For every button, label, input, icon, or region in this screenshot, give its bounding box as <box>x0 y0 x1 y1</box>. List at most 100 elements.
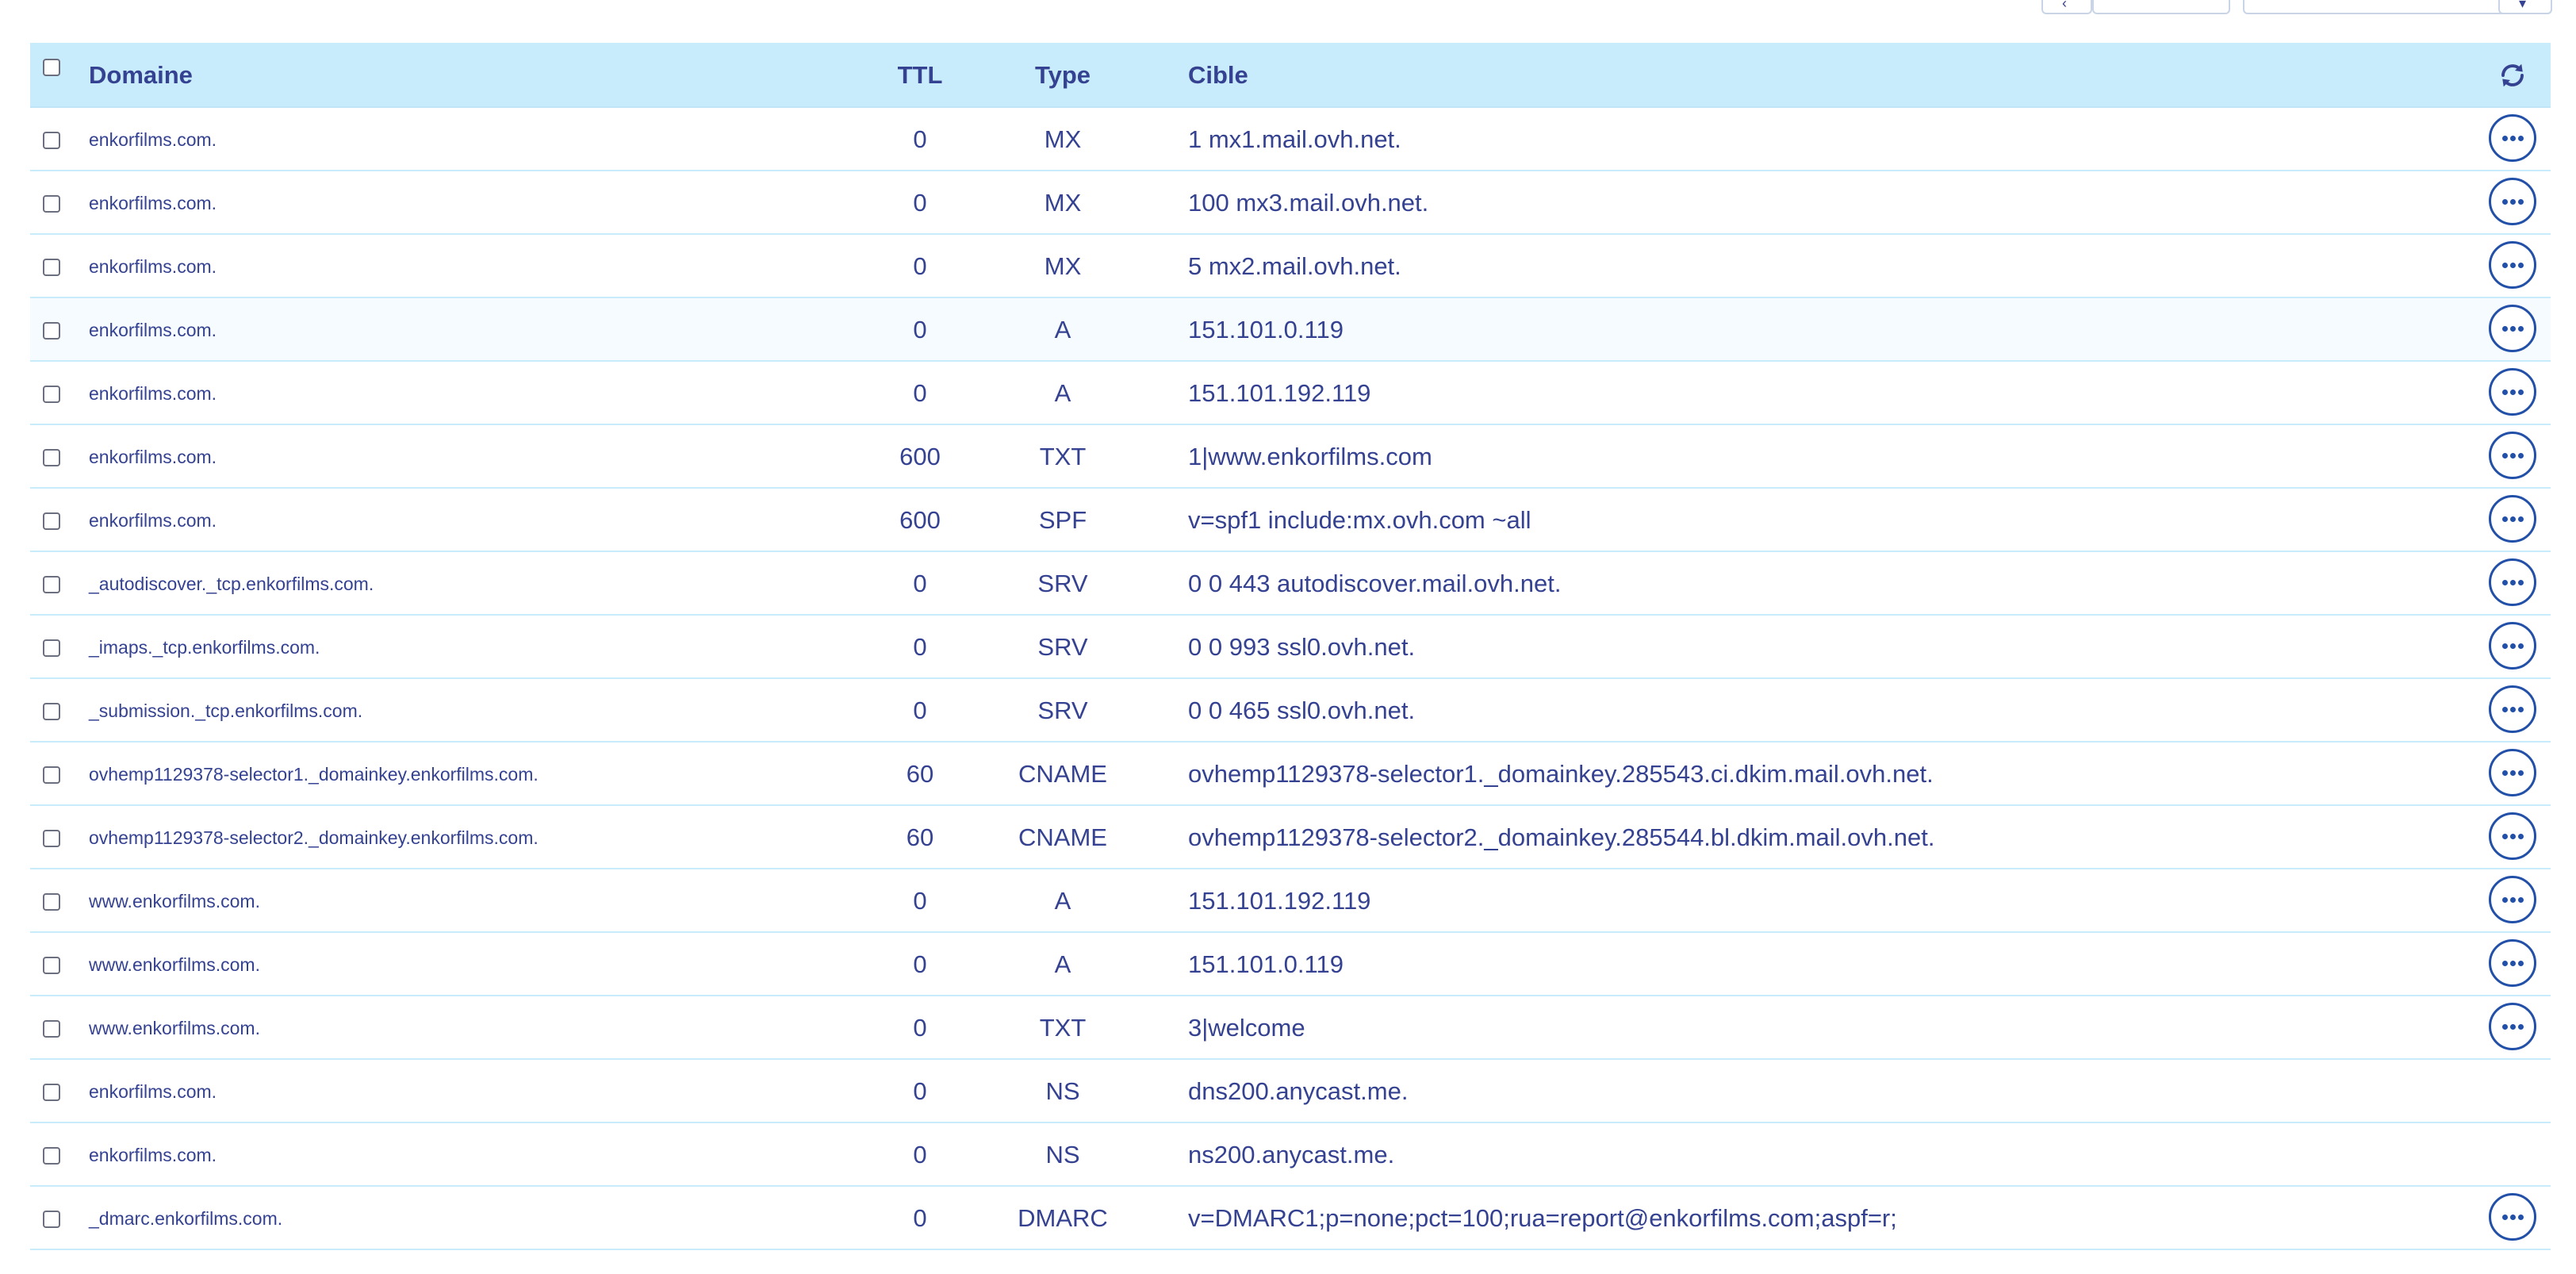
row-actions-button[interactable] <box>2489 305 2536 352</box>
table-header: Domaine TTL Type Cible <box>30 43 2551 108</box>
pager-prev-button[interactable]: ‹ <box>2041 0 2092 14</box>
row-domain: _autodiscover._tcp.enkorfilms.com. <box>89 574 374 594</box>
row-actions-button[interactable] <box>2489 368 2536 416</box>
row-domain: enkorfilms.com. <box>89 383 217 404</box>
row-checkbox[interactable] <box>43 322 60 340</box>
row-checkbox[interactable] <box>43 830 60 847</box>
row-type: A <box>1054 379 1071 407</box>
row-target: ovhemp1129378-selector1._domainkey.28554… <box>1188 760 1934 788</box>
row-target: ovhemp1129378-selector2._domainkey.28554… <box>1188 823 1935 851</box>
table-row: enkorfilms.com. 0 NS ns200.anycast.me. <box>30 1123 2551 1187</box>
table-row: www.enkorfilms.com. 0 A 151.101.0.119 <box>30 933 2551 996</box>
row-target: 151.101.192.119 <box>1188 379 1371 407</box>
row-actions-button[interactable] <box>2489 114 2536 162</box>
row-type: SRV <box>1037 570 1088 597</box>
row-ttl: 0 <box>913 570 927 597</box>
row-checkbox[interactable] <box>43 512 60 530</box>
row-domain: www.enkorfilms.com. <box>89 954 260 975</box>
row-checkbox[interactable] <box>43 1147 60 1165</box>
row-checkbox[interactable] <box>43 449 60 466</box>
row-target: 1 mx1.mail.ovh.net. <box>1188 125 1401 153</box>
row-actions-button[interactable] <box>2489 685 2536 733</box>
row-actions-button[interactable] <box>2489 876 2536 923</box>
row-actions-button[interactable] <box>2489 178 2536 225</box>
row-checkbox[interactable] <box>43 893 60 911</box>
column-header-type[interactable]: Type <box>1006 43 1120 108</box>
column-header-ttl[interactable]: TTL <box>863 43 977 108</box>
row-actions-button[interactable] <box>2489 939 2536 987</box>
table-row: enkorfilms.com. 0 MX 5 mx2.mail.ovh.net. <box>30 235 2551 298</box>
row-ttl: 60 <box>906 823 934 851</box>
row-ttl: 0 <box>913 125 927 153</box>
pagination-controls: ‹ ▾ <box>0 0 2576 17</box>
table-row: www.enkorfilms.com. 0 A 151.101.192.119 <box>30 869 2551 933</box>
row-actions-button[interactable] <box>2489 622 2536 670</box>
row-type: SRV <box>1037 696 1088 724</box>
table-row: _submission._tcp.enkorfilms.com. 0 SRV 0 0 … <box>30 679 2551 743</box>
table-row: _dmarc.enkorfilms.com. 0 DMARC v=DMARC1;p=n… <box>30 1187 2551 1250</box>
row-checkbox[interactable] <box>43 576 60 593</box>
row-ttl: 0 <box>913 950 927 978</box>
row-ttl: 0 <box>913 1141 927 1168</box>
row-actions-button[interactable] <box>2489 241 2536 289</box>
row-checkbox[interactable] <box>43 259 60 276</box>
refresh-icon[interactable] <box>2498 61 2527 90</box>
row-checkbox[interactable] <box>43 1211 60 1228</box>
chevron-down-icon: ▾ <box>2519 0 2527 11</box>
table-row: www.enkorfilms.com. 0 TXT 3|welcome <box>30 996 2551 1060</box>
row-ttl: 0 <box>913 696 927 724</box>
pager-page-input[interactable] <box>2092 0 2230 14</box>
filter-select-toggle[interactable]: ▾ <box>2498 0 2552 14</box>
row-target: 151.101.0.119 <box>1188 950 1344 978</box>
row-target: 0 0 993 ssl0.ovh.net. <box>1188 633 1416 661</box>
select-all-checkbox[interactable] <box>43 59 60 76</box>
row-type: MX <box>1044 252 1082 280</box>
row-ttl: 60 <box>906 760 934 788</box>
table-row: enkorfilms.com. 600 SPF v=spf1 include:mx.o… <box>30 489 2551 552</box>
row-type: MX <box>1044 125 1082 153</box>
row-domain: ovhemp1129378-selector1._domainkey.enkor… <box>89 764 539 785</box>
row-type: A <box>1054 316 1071 343</box>
row-domain: ovhemp1129378-selector2._domainkey.enkor… <box>89 827 539 848</box>
row-checkbox[interactable] <box>43 195 60 213</box>
row-actions-button[interactable] <box>2489 1193 2536 1241</box>
row-type: TXT <box>1039 443 1087 470</box>
row-target: 1|www.enkorfilms.com <box>1188 443 1432 470</box>
table-row: enkorfilms.com. 0 A 151.101.0.119 <box>30 298 2551 362</box>
row-type: CNAME <box>1018 760 1107 788</box>
row-domain: enkorfilms.com. <box>89 447 217 467</box>
row-checkbox[interactable] <box>43 766 60 784</box>
row-actions-button[interactable] <box>2489 1003 2536 1050</box>
row-checkbox[interactable] <box>43 386 60 403</box>
row-checkbox[interactable] <box>43 132 60 149</box>
row-actions-button[interactable] <box>2489 812 2536 860</box>
row-actions-button[interactable] <box>2489 558 2536 606</box>
row-domain: enkorfilms.com. <box>89 129 217 150</box>
table-row: enkorfilms.com. 0 MX 1 mx1.mail.ovh.net. <box>30 108 2551 171</box>
row-domain: _imaps._tcp.enkorfilms.com. <box>89 637 320 658</box>
dns-records-table: Domaine TTL Type Cible enkorfilms.com. 0 M… <box>30 43 2551 1250</box>
row-actions-button[interactable] <box>2489 749 2536 796</box>
row-type: A <box>1054 950 1071 978</box>
row-checkbox[interactable] <box>43 957 60 974</box>
chevron-left-icon: ‹ <box>2062 0 2067 11</box>
column-header-domain[interactable]: Domaine <box>89 43 193 108</box>
row-actions-button[interactable] <box>2489 432 2536 479</box>
table-row: _autodiscover._tcp.enkorfilms.com. 0 SRV 0 … <box>30 552 2551 616</box>
column-header-target[interactable]: Cible <box>1188 43 1248 108</box>
row-checkbox[interactable] <box>43 703 60 720</box>
table-row: enkorfilms.com. 0 MX 100 mx3.mail.ovh.net. <box>30 171 2551 235</box>
row-checkbox[interactable] <box>43 1020 60 1038</box>
row-ttl: 0 <box>913 252 927 280</box>
row-type: MX <box>1044 189 1082 217</box>
row-type: SPF <box>1038 506 1087 534</box>
row-checkbox[interactable] <box>43 1084 60 1101</box>
row-ttl: 0 <box>913 379 927 407</box>
row-checkbox[interactable] <box>43 639 60 657</box>
table-row: ovhemp1129378-selector2._domainkey.enkor… <box>30 806 2551 869</box>
row-target: dns200.anycast.me. <box>1188 1077 1409 1105</box>
row-actions-button[interactable] <box>2489 495 2536 543</box>
row-target: v=DMARC1;p=none;pct=100;rua=report@enkor… <box>1188 1204 1897 1232</box>
row-domain: enkorfilms.com. <box>89 1145 217 1165</box>
row-domain: _submission._tcp.enkorfilms.com. <box>89 700 363 721</box>
